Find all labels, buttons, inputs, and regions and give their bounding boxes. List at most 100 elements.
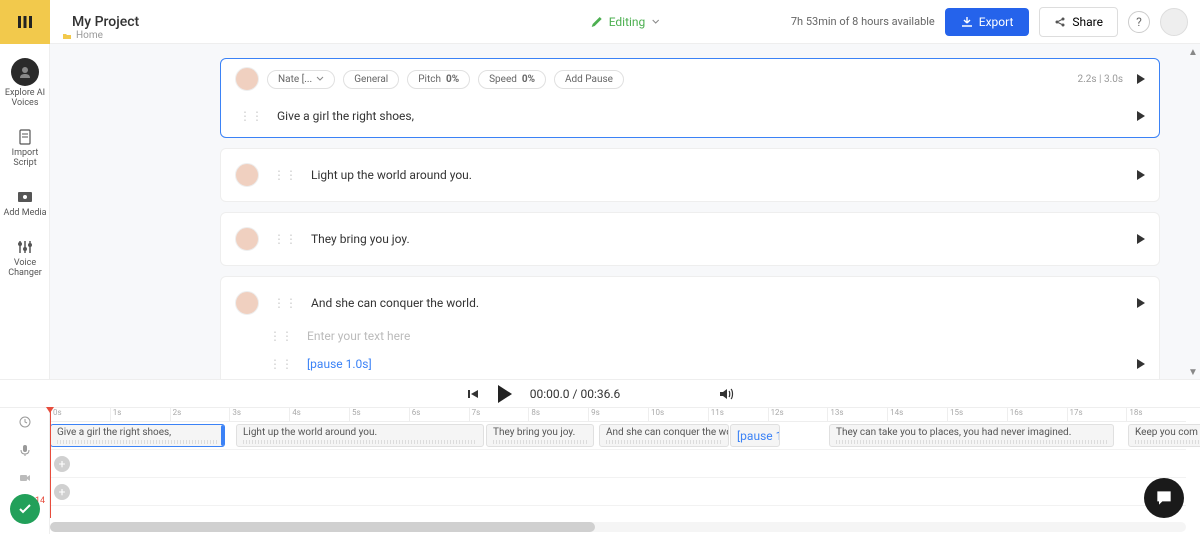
skip-back-icon [466,387,480,401]
playback-bar: 00:00.0 / 00:36.6 [0,379,1200,407]
ruler-tick: 3s [229,408,289,421]
add-clip-button[interactable]: + [54,484,70,500]
sidebar-item-explore-voices[interactable]: Explore AI Voices [0,44,50,116]
video-icon [18,471,32,485]
block-header: Nate [... General Pitch 0% Speed 0% Add … [221,59,1159,99]
script-block[interactable]: ⋮⋮ And she can conquer the world. ⋮⋮ Ent… [220,276,1160,379]
play-line-button[interactable] [1137,298,1145,308]
timeline-mic-button[interactable] [0,436,50,464]
script-text[interactable]: And she can conquer the world. [311,296,1121,310]
timeline-clip[interactable]: Give a girl the right shoes, [50,424,225,447]
app-logo[interactable] [0,0,50,44]
speed-pill[interactable]: Speed 0% [478,70,546,89]
drag-handle-icon[interactable]: ⋮⋮ [265,357,297,371]
general-pill[interactable]: General [343,70,399,89]
play-line-button[interactable] [1137,359,1145,369]
script-text[interactable]: Give a girl the right shoes, [277,109,1121,123]
ruler-tick: 16s [1007,408,1067,421]
ruler-tick: 6s [409,408,469,421]
play-line-button[interactable] [1137,111,1145,121]
timeline-clip[interactable]: Keep you com [1128,424,1200,447]
mic-icon [18,443,32,457]
voice-avatar[interactable] [235,291,259,315]
play-icon [498,385,512,403]
timeline-horizontal-scrollbar[interactable] [50,522,1186,532]
export-label: Export [979,15,1014,29]
voice-avatar[interactable] [235,227,259,251]
script-block[interactable]: ⋮⋮ They bring you joy. [220,212,1160,266]
timeline-clip[interactable]: They can take you to places, you had nev… [829,424,1114,447]
export-button[interactable]: Export [945,8,1030,36]
play-line-button[interactable] [1137,234,1145,244]
scrollbar-thumb[interactable] [50,522,595,532]
drag-handle-icon[interactable]: ⋮⋮ [269,232,301,246]
drag-handle-icon[interactable]: ⋮⋮ [269,296,301,310]
ruler-tick: 8s [528,408,588,421]
voice-avatar[interactable] [235,163,259,187]
timeline-video-button[interactable] [0,464,50,492]
ruler-tick: 0s [50,408,110,421]
timeline-clock-button[interactable] [0,408,50,436]
timeline-clip[interactable]: They bring you joy. [486,424,594,447]
ruler-tick: 17s [1067,408,1127,421]
current-time: 00:00.0 [530,387,570,401]
sidebar-item-voice-changer[interactable]: Voice Changer [0,226,50,286]
pause-tag[interactable]: [pause 1.0s] [307,357,372,371]
block-duration: 2.2s | 3.0s [1078,74,1123,85]
add-pause-pill[interactable]: Add Pause [554,70,624,89]
timeline-clip[interactable]: And she can conquer the world. [599,424,729,447]
avatar-icon [11,58,39,86]
skip-back-button[interactable] [466,387,480,401]
pitch-pill[interactable]: Pitch 0% [407,70,470,89]
drag-handle-icon[interactable]: ⋮⋮ [269,168,301,182]
clock-icon [18,415,32,429]
playhead[interactable] [50,408,51,518]
project-title[interactable]: My Project [72,14,139,30]
chat-support-button[interactable] [1144,478,1184,518]
play-button[interactable] [498,385,512,403]
editing-mode-dropdown[interactable]: Editing [591,15,660,29]
sidebar-label: Voice Changer [8,258,42,278]
help-button[interactable]: ? [1128,11,1150,33]
script-block[interactable]: ⋮⋮ Light up the world around you. [220,148,1160,202]
play-block-button[interactable] [1137,74,1145,84]
script-block-active[interactable]: Nate [... General Pitch 0% Speed 0% Add … [220,58,1160,138]
drag-handle-icon[interactable]: ⋮⋮ [235,109,267,123]
timeline-tracks: Give a girl the right shoes, Light up the… [50,422,1186,518]
sliders-icon [16,238,34,256]
voice-select[interactable]: Nate [... [267,70,335,89]
audio-track[interactable]: Give a girl the right shoes, Light up the… [50,422,1186,450]
status-success-badge[interactable] [10,494,40,524]
script-text[interactable]: They bring you joy. [311,232,1121,246]
ruler-tick: 15s [947,408,1007,421]
pencil-icon [591,16,603,28]
script-text[interactable]: Light up the world around you. [311,168,1121,182]
sidebar-item-import-script[interactable]: Import Script [0,116,50,176]
breadcrumb-home: Home [76,30,103,41]
share-button[interactable]: Share [1039,7,1118,37]
vertical-scrollbar[interactable]: ▲ ▼ [1188,48,1196,378]
ruler-tick: 14s [887,408,947,421]
music-track[interactable]: + [50,478,1186,506]
sidebar-item-add-media[interactable]: Add Media [0,176,50,226]
ruler-tick: 11s [708,408,768,421]
top-right-actions: 7h 53min of 8 hours available Export Sha… [791,7,1188,37]
user-avatar[interactable] [1160,8,1188,36]
text-input-placeholder[interactable]: Enter your text here [307,329,1145,343]
breadcrumb[interactable]: Home [62,30,103,41]
volume-button[interactable] [718,386,734,402]
play-line-button[interactable] [1137,170,1145,180]
add-clip-button[interactable]: + [54,456,70,472]
voice-avatar[interactable] [235,67,259,91]
media-icon [16,188,34,206]
editing-label: Editing [609,15,646,29]
timeline-clip[interactable]: Light up the world around you. [236,424,484,447]
video-track[interactable]: + [50,450,1186,478]
top-bar: My Project Editing 7h 53min of 8 hours a… [50,0,1200,44]
folder-icon [62,31,72,41]
drag-handle-icon[interactable]: ⋮⋮ [265,329,297,343]
timeline-clip[interactable]: [pause 1.0s] [730,424,780,447]
logo-icon [16,13,34,31]
ruler-tick: 1s [110,408,170,421]
timeline-ruler[interactable]: 0s1s2s3s4s5s6s7s8s9s10s11s12s13s14s15s16… [50,408,1186,422]
